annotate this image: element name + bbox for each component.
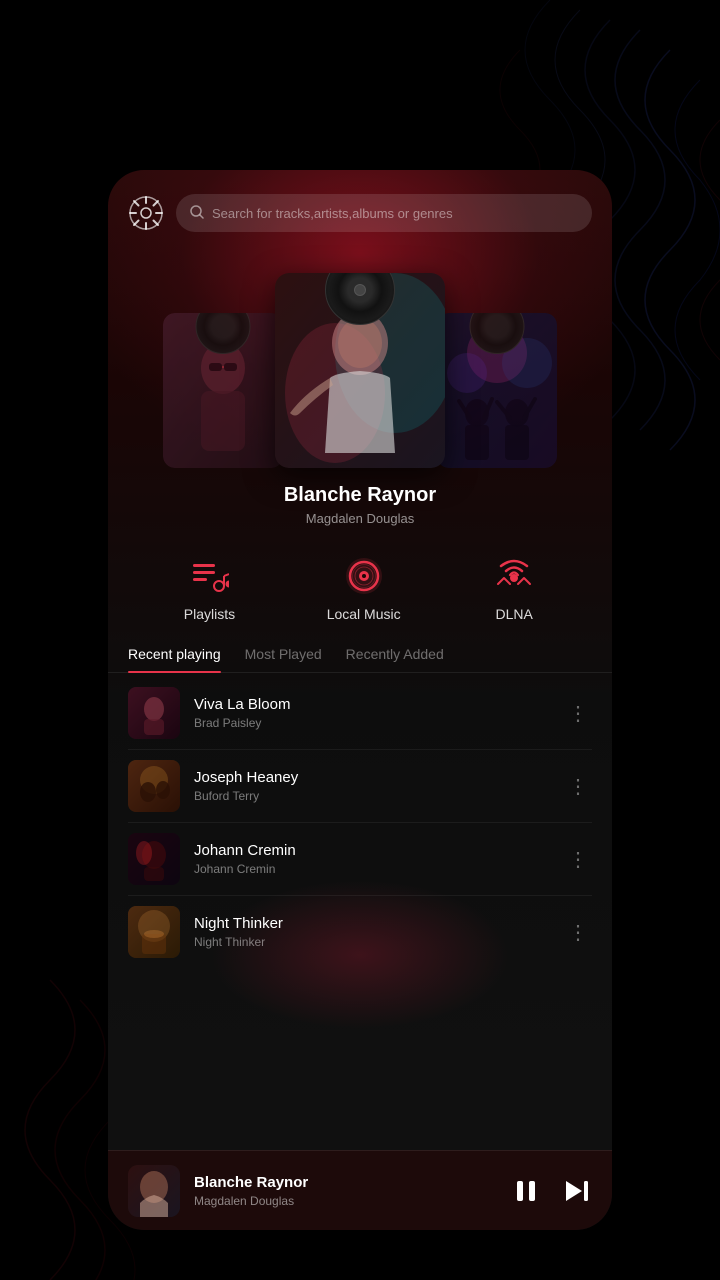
search-bar[interactable]: Search for tracks,artists,albums or genr… (176, 194, 592, 232)
album-left[interactable] (163, 313, 283, 468)
track-item[interactable]: Johann Cremin Johann Cremin ⋮ (108, 823, 612, 895)
album-carousel (108, 248, 612, 468)
album-right[interactable] (437, 313, 557, 468)
featured-title: Blanche Raynor (128, 484, 592, 507)
track-more-button-1[interactable]: ⋮ (564, 701, 592, 726)
search-icon (190, 205, 204, 222)
player-info: Blanche Raynor Magdalen Douglas (194, 1174, 496, 1208)
search-placeholder: Search for tracks,artists,albums or genr… (212, 206, 453, 221)
skip-next-button[interactable] (560, 1175, 592, 1207)
track-item[interactable]: Joseph Heaney Buford Terry ⋮ (108, 750, 612, 822)
track-list: Viva La Bloom Brad Paisley ⋮ (108, 677, 612, 968)
track-info-3: Johann Cremin Johann Cremin (194, 842, 550, 876)
player-title: Blanche Raynor (194, 1174, 496, 1191)
player-controls (510, 1175, 592, 1207)
track-thumb-4 (128, 906, 180, 958)
track-thumb-1 (128, 687, 180, 739)
now-playing-info: Blanche Raynor Magdalen Douglas (108, 468, 612, 534)
track-thumb-2 (128, 760, 180, 812)
album-center[interactable] (275, 273, 445, 468)
track-title-2: Joseph Heaney (194, 769, 550, 786)
track-artist-2: Buford Terry (194, 789, 550, 803)
track-more-button-3[interactable]: ⋮ (564, 847, 592, 872)
tab-most-played[interactable]: Most Played (245, 638, 322, 672)
player-thumb (128, 1165, 180, 1217)
dlna-label: DLNA (496, 606, 533, 622)
track-artist-1: Brad Paisley (194, 716, 550, 730)
category-dlna[interactable]: DLNA (492, 554, 536, 622)
track-title-1: Viva La Bloom (194, 696, 550, 713)
app-card: Search for tracks,artists,albums or genr… (108, 170, 612, 1230)
category-row: Playlists Local Music (108, 534, 612, 638)
track-info-1: Viva La Bloom Brad Paisley (194, 696, 550, 730)
track-thumb-3 (128, 833, 180, 885)
playlist-icon (187, 554, 231, 598)
local-music-icon (342, 554, 386, 598)
track-item[interactable]: Night Thinker Night Thinker ⋮ (108, 896, 612, 968)
track-title-3: Johann Cremin (194, 842, 550, 859)
header: Search for tracks,artists,albums or genr… (108, 170, 612, 248)
track-artist-3: Johann Cremin (194, 862, 550, 876)
track-info-2: Joseph Heaney Buford Terry (194, 769, 550, 803)
pause-button[interactable] (510, 1175, 542, 1207)
track-item[interactable]: Viva La Bloom Brad Paisley ⋮ (108, 677, 612, 749)
featured-artist: Magdalen Douglas (128, 511, 592, 526)
player-artist: Magdalen Douglas (194, 1194, 496, 1208)
player-bar: Blanche Raynor Magdalen Douglas (108, 1150, 612, 1230)
tabs-row: Recent playing Most Played Recently Adde… (108, 638, 612, 673)
settings-button[interactable] (128, 195, 164, 231)
playlists-label: Playlists (184, 606, 235, 622)
track-artist-4: Night Thinker (194, 935, 550, 949)
local-music-label: Local Music (327, 606, 401, 622)
category-playlists[interactable]: Playlists (184, 554, 235, 622)
track-title-4: Night Thinker (194, 915, 550, 932)
category-local-music[interactable]: Local Music (327, 554, 401, 622)
track-info-4: Night Thinker Night Thinker (194, 915, 550, 949)
track-more-button-4[interactable]: ⋮ (564, 920, 592, 945)
tab-recently-added[interactable]: Recently Added (346, 638, 444, 672)
dlna-icon (492, 554, 536, 598)
track-more-button-2[interactable]: ⋮ (564, 774, 592, 799)
tab-recent-playing[interactable]: Recent playing (128, 638, 221, 672)
